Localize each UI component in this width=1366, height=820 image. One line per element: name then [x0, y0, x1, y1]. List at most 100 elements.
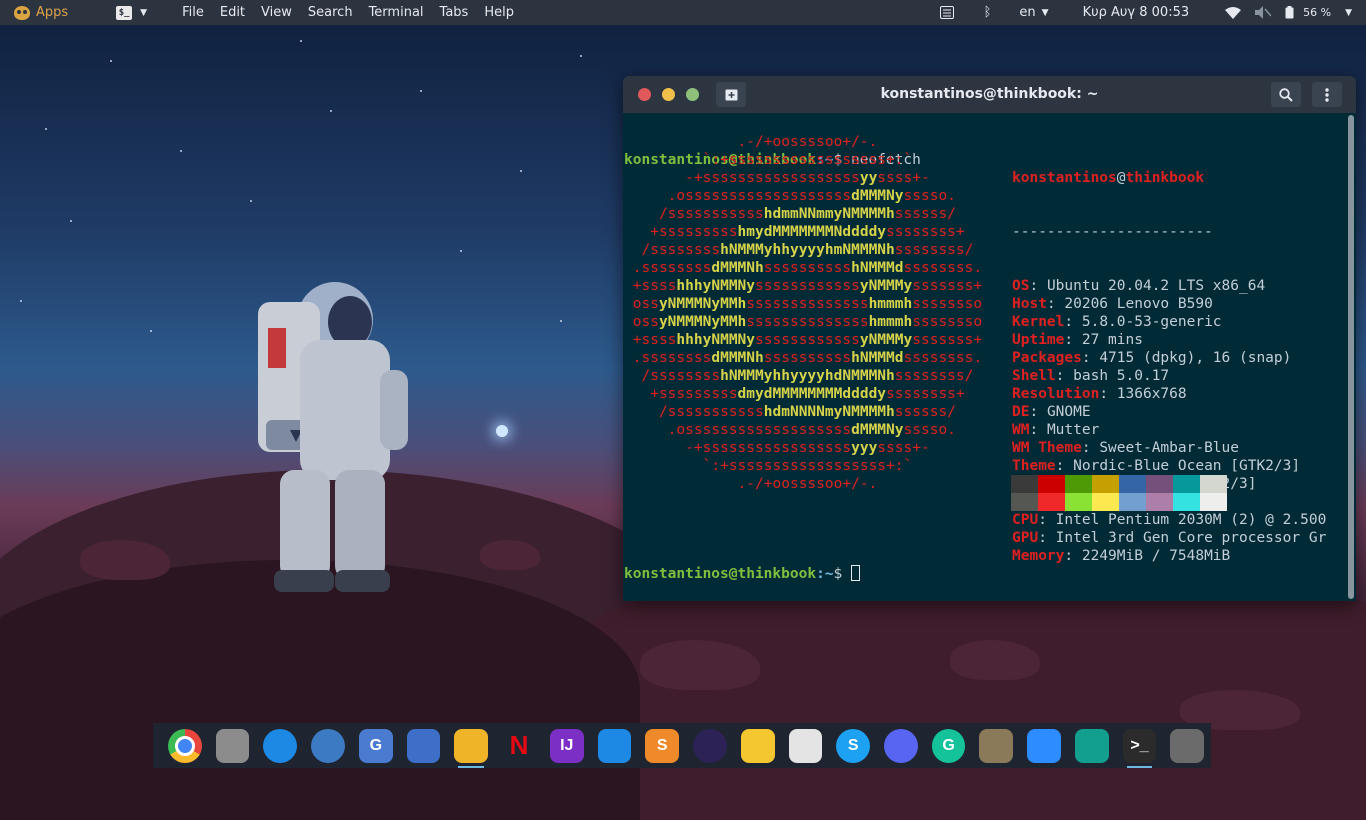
dock: G N IJ S S G >_ [153, 723, 1211, 768]
terminal-window: konstantinos@thinkbook: ~ konstantinos@t… [623, 76, 1356, 601]
ascii-line: `:+ssssssssssssssssss+:` [702, 458, 913, 474]
menu-search[interactable]: Search [300, 5, 361, 20]
info-value: 20206 Lenovo B590 [1064, 296, 1213, 312]
menu-help[interactable]: Help [476, 5, 522, 20]
menu-view[interactable]: View [253, 5, 300, 20]
info-line: DE: GNOME [1012, 404, 1091, 420]
scrollbar-thumb[interactable] [1348, 115, 1354, 599]
terminal-output[interactable]: konstantinos@thinkbook:~$ neofetch .-/+o… [623, 113, 1346, 601]
info-value: 1366x768 [1116, 386, 1187, 402]
trash-icon[interactable] [1170, 728, 1205, 763]
ascii-line: /ssssssssssshdmNNNNmyNMMMMhssssss/ [658, 404, 956, 420]
wifi-icon[interactable] [1218, 0, 1248, 25]
discord-icon[interactable] [884, 728, 918, 763]
info-line: Host: 20206 Lenovo B590 [1012, 296, 1213, 312]
info-value: 4715 (dpkg), 16 (snap) [1099, 350, 1292, 366]
ascii-line: +sssshhhyNMMNyssssssssssssyNMMMysssssss+ [632, 278, 983, 294]
info-value: 2249MiB / 7548MiB [1081, 548, 1231, 564]
palette-swatch [1092, 493, 1119, 511]
ascii-line: .osssssssssssssssssssdMMMNysssso. [667, 188, 956, 204]
owl-icon [14, 5, 30, 20]
grammarly-icon[interactable]: G [931, 728, 966, 763]
palette-swatch [1173, 475, 1200, 493]
menu-edit[interactable]: Edit [212, 5, 253, 20]
system-info: konstantinos@thinkbook -----------------… [1012, 133, 1326, 601]
ascii-line: .ssssssssdMMMNhsssssssssshNMMMdssssssss. [632, 350, 983, 366]
volume-muted-icon[interactable] [1248, 0, 1278, 25]
battery-icon[interactable] [1278, 0, 1301, 25]
astronaut-illustration [258, 282, 408, 592]
translate-icon[interactable]: G [358, 728, 393, 763]
menu-file[interactable]: File [174, 5, 212, 20]
netflix-icon[interactable]: N [502, 728, 536, 763]
gitkraken-icon[interactable] [1074, 728, 1109, 763]
info-header: konstantinos@thinkbook [1012, 170, 1205, 186]
info-value: Intel 3rd Gen Core processor Gr [1055, 530, 1327, 546]
info-key: WM [1012, 422, 1030, 438]
palette-swatch [1200, 475, 1227, 493]
info-key: WM Theme [1012, 440, 1082, 456]
files-icon[interactable] [215, 728, 250, 763]
info-value: Intel Pentium 2030M (2) @ 2.500 [1055, 512, 1327, 528]
info-line: Resolution: 1366x768 [1012, 386, 1187, 402]
messenger-icon[interactable] [263, 728, 298, 763]
gimp-icon[interactable] [979, 728, 1014, 763]
info-value: GNOME [1046, 404, 1091, 420]
info-separator: ----------------------- [1012, 224, 1213, 240]
palette-swatch [1146, 493, 1173, 511]
intellij-label: IJ [560, 736, 574, 754]
info-value: Mutter [1046, 422, 1100, 438]
software-center-icon[interactable] [788, 728, 823, 763]
eclipse-icon[interactable] [693, 728, 727, 763]
info-line: Memory: 2249MiB / 7548MiB [1012, 548, 1231, 564]
anbox-icon[interactable] [454, 728, 489, 768]
info-key: Host [1012, 296, 1047, 312]
skype-icon[interactable]: S [836, 728, 871, 763]
ascii-line: -+ssssssssssssssssssyyssss+- [685, 170, 930, 186]
search-button[interactable] [1271, 82, 1301, 107]
thunderbird-icon[interactable] [311, 728, 345, 763]
info-line: WM Theme: Sweet-Ambar-Blue [1012, 440, 1239, 456]
info-value: Ubuntu 20.04.2 LTS x86_64 [1046, 278, 1266, 294]
info-key: GPU [1012, 530, 1039, 546]
vscode-icon[interactable] [597, 728, 632, 763]
ascii-line: /sssssssshNMMMyhhyyyyhmNMMMNhssssssss/ [641, 242, 974, 258]
intellij-icon[interactable]: IJ [549, 728, 584, 763]
info-line: Theme: Nordic-Blue Ocean [GTK2/3] [1012, 458, 1301, 474]
sublime-icon[interactable]: S [645, 728, 680, 763]
info-key: OS [1012, 278, 1030, 294]
palette-swatch [1065, 475, 1092, 493]
bluetooth-icon[interactable]: ᛒ [977, 0, 999, 25]
palette-swatch [1011, 475, 1038, 493]
ascii-line: -+sssssssssssssssssyyyssss+- [685, 440, 930, 456]
clock[interactable]: Κυρ Αυγ 8 00:53 [1076, 0, 1197, 25]
palette-swatch [1119, 493, 1146, 511]
terminal-icon[interactable]: >_ [1122, 728, 1157, 768]
palette-swatch [1038, 493, 1065, 511]
info-value: 27 mins [1081, 332, 1143, 348]
menu-terminal[interactable]: Terminal [361, 5, 432, 20]
hamburger-menu-button[interactable] [1312, 82, 1342, 107]
document-viewer-icon[interactable] [406, 728, 441, 763]
ascii-line: ossyNMMMNyMMhsssssssssssssshmmmhssssssso [632, 314, 983, 330]
ascii-line: +sssssssssdmydMMMMMMMMddddyssssssss+ [650, 386, 965, 402]
menu-tabs[interactable]: Tabs [432, 5, 477, 20]
battery-percentage: 56 % [1303, 6, 1332, 19]
keyboard-icon[interactable] [933, 0, 961, 25]
zoom-icon[interactable] [1027, 728, 1061, 763]
system-menu-chevron-icon[interactable]: ▼ [1338, 0, 1366, 25]
notes-icon[interactable] [740, 728, 775, 763]
chrome-icon[interactable] [168, 728, 202, 763]
apps-label: Apps [36, 5, 69, 20]
ascii-line: /ssssssssssshdmmNNmmyNMMMMhssssss/ [658, 206, 956, 222]
language-indicator[interactable]: en ▼ [1012, 0, 1055, 25]
skype-label: S [847, 736, 859, 754]
language-label: en [1019, 5, 1036, 20]
app-menu-button[interactable]: $_ ▼ [109, 0, 154, 25]
apps-button[interactable]: Apps [0, 0, 75, 25]
terminal-app-icon: $_ [116, 5, 133, 20]
palette-swatch [1119, 475, 1146, 493]
palette-swatch [1011, 493, 1038, 511]
terminal-titlebar[interactable]: konstantinos@thinkbook: ~ [623, 76, 1356, 113]
ascii-line: .-/+oossssoo+/-. [737, 476, 878, 492]
